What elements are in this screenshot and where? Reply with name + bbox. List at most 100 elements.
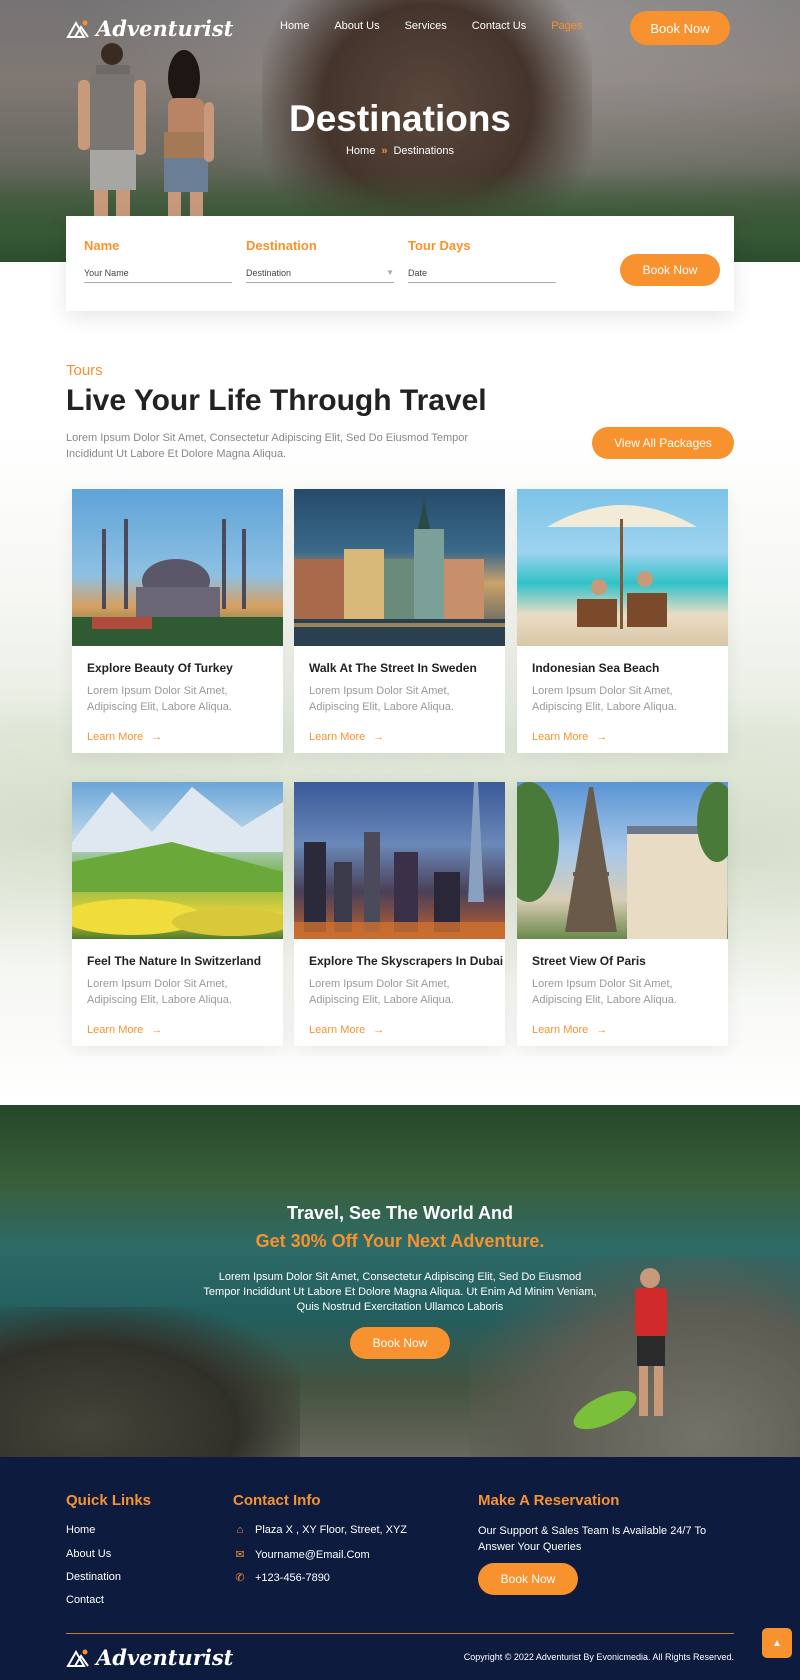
footer-link-destination[interactable]: Destination bbox=[66, 1571, 121, 1583]
learn-more-label: Learn More bbox=[309, 1024, 366, 1036]
dropdown-caret-icon: ▼ bbox=[386, 268, 394, 277]
double-chevron-icon: » bbox=[381, 145, 388, 157]
brand-logo[interactable]: Adventurist bbox=[66, 16, 233, 41]
breadcrumb-home[interactable]: Home bbox=[346, 145, 375, 157]
arrow-right-icon: → bbox=[596, 731, 608, 743]
arrow-right-icon: → bbox=[373, 731, 385, 743]
promo-headline: Travel, See The World And bbox=[286, 1203, 514, 1223]
turkey-mosque-image bbox=[72, 489, 283, 646]
footer-link-about[interactable]: About Us bbox=[66, 1548, 111, 1560]
home-icon: ⌂ bbox=[236, 1524, 244, 1536]
learn-more-link[interactable]: Learn More → bbox=[532, 1024, 607, 1036]
contact-address: ⌂ Plaza X , XY Floor, Street, XYZ bbox=[233, 1524, 407, 1536]
contact-email[interactable]: ✉ Yourname@Email.Com bbox=[233, 1548, 370, 1562]
destination-field-group: Destination Destination ▼ bbox=[246, 238, 394, 283]
phone-icon: ✆ bbox=[235, 1572, 245, 1584]
paris-eiffel-image bbox=[517, 782, 728, 939]
date-placeholder: Date bbox=[408, 267, 428, 278]
quick-links-title: Quick Links bbox=[66, 1492, 152, 1509]
brand-name: Adventurist bbox=[96, 16, 234, 41]
booking-form: Name Your Name Destination Destination ▼ … bbox=[66, 216, 734, 311]
arrow-right-icon: → bbox=[596, 1024, 608, 1036]
card-description: Lorem Ipsum Dolor Sit Amet, Adipiscing E… bbox=[87, 685, 232, 713]
date-input[interactable]: Date bbox=[408, 263, 556, 283]
nav-services[interactable]: Services bbox=[405, 20, 447, 32]
learn-more-label: Learn More bbox=[532, 1024, 589, 1036]
form-book-now-button[interactable]: Book Now bbox=[620, 254, 720, 286]
learn-more-label: Learn More bbox=[87, 731, 144, 743]
tour-card[interactable]: Explore The Skyscrapers In Dubai Lorem I… bbox=[294, 782, 505, 1046]
card-description: Lorem Ipsum Dolor Sit Amet, Adipiscing E… bbox=[87, 978, 232, 1006]
breadcrumb-current: Destinations bbox=[393, 145, 454, 157]
name-label: Name bbox=[84, 238, 120, 253]
card-description: Lorem Ipsum Dolor Sit Amet, Adipiscing E… bbox=[532, 978, 677, 1006]
arrow-right-icon: → bbox=[151, 1024, 163, 1036]
sweden-street-image bbox=[294, 489, 505, 646]
name-input[interactable]: Your Name bbox=[84, 263, 232, 283]
section-title: Live Your Life Through Travel bbox=[66, 384, 487, 417]
learn-more-link[interactable]: Learn More → bbox=[309, 731, 384, 743]
dubai-skyline-image bbox=[294, 782, 505, 939]
promo-book-now-button[interactable]: Book Now bbox=[350, 1327, 450, 1359]
destination-select[interactable]: Destination ▼ bbox=[246, 263, 394, 283]
arrow-right-icon: → bbox=[373, 1024, 385, 1036]
promo-description: Lorem Ipsum Dolor Sit Amet, Consectetur … bbox=[203, 1271, 597, 1313]
card-title: Indonesian Sea Beach bbox=[532, 661, 660, 675]
view-all-packages-button[interactable]: View All Packages bbox=[592, 427, 734, 459]
tour-card[interactable]: Street View Of Paris Lorem Ipsum Dolor S… bbox=[517, 782, 728, 1046]
nav-home[interactable]: Home bbox=[280, 20, 309, 32]
learn-more-link[interactable]: Learn More → bbox=[309, 1024, 384, 1036]
breadcrumb: Home » Destinations bbox=[0, 145, 800, 157]
tour-card[interactable]: Explore Beauty Of Turkey Lorem Ipsum Dol… bbox=[72, 489, 283, 753]
phone-text: +123-456-7890 bbox=[255, 1571, 330, 1584]
name-placeholder: Your Name bbox=[84, 267, 129, 278]
page-title: Destinations bbox=[288, 98, 512, 139]
reservation-description: Our Support & Sales Team Is Available 24… bbox=[478, 1525, 707, 1553]
scroll-to-top-button[interactable]: ▲ bbox=[762, 1628, 792, 1658]
tour-card[interactable]: Feel The Nature In Switzerland Lorem Ips… bbox=[72, 782, 283, 1046]
tour-card[interactable]: Walk At The Street In Sweden Lorem Ipsum… bbox=[294, 489, 505, 753]
section-description: Lorem Ipsum Dolor Sit Amet, Consectetur … bbox=[66, 432, 469, 460]
mail-icon: ✉ bbox=[235, 1549, 245, 1561]
learn-more-link[interactable]: Learn More → bbox=[87, 731, 162, 743]
card-description: Lorem Ipsum Dolor Sit Amet, Adipiscing E… bbox=[309, 978, 454, 1006]
chevron-up-icon: ▲ bbox=[772, 1637, 782, 1649]
card-title: Street View Of Paris bbox=[532, 954, 646, 968]
footer-link-home[interactable]: Home bbox=[66, 1524, 95, 1536]
tour-days-label: Tour Days bbox=[408, 238, 471, 253]
email-text: Yourname@Email.Com bbox=[255, 1548, 370, 1561]
footer-logo[interactable]: Adventurist bbox=[66, 1645, 233, 1670]
learn-more-link[interactable]: Learn More → bbox=[87, 1024, 162, 1036]
footer-book-now-button[interactable]: Book Now bbox=[478, 1563, 578, 1595]
card-title: Walk At The Street In Sweden bbox=[309, 661, 477, 675]
main-nav: Home About Us Services Contact Us Pages bbox=[280, 20, 607, 32]
card-description: Lorem Ipsum Dolor Sit Amet, Adipiscing E… bbox=[309, 685, 454, 713]
section-tag: Tours bbox=[66, 362, 103, 379]
nav-about[interactable]: About Us bbox=[334, 20, 379, 32]
footer-link-contact[interactable]: Contact bbox=[66, 1594, 104, 1606]
header-book-now-button[interactable]: Book Now bbox=[630, 11, 730, 45]
nav-pages[interactable]: Pages bbox=[551, 20, 582, 32]
tour-card[interactable]: Indonesian Sea Beach Lorem Ipsum Dolor S… bbox=[517, 489, 728, 753]
switzerland-nature-image bbox=[72, 782, 283, 939]
nav-contact[interactable]: Contact Us bbox=[472, 20, 526, 32]
tour-days-field-group: Tour Days Date bbox=[408, 238, 556, 283]
learn-more-label: Learn More bbox=[532, 731, 589, 743]
card-title: Feel The Nature In Switzerland bbox=[87, 954, 262, 968]
card-title: Explore The Skyscrapers In Dubai bbox=[309, 954, 504, 968]
name-field-group: Name Your Name bbox=[84, 238, 232, 283]
promo-offer: Get 30% Off Your Next Adventure. bbox=[255, 1231, 545, 1251]
footer-brand-name: Adventurist bbox=[96, 1645, 234, 1670]
mountain-logo-icon bbox=[66, 1649, 89, 1667]
card-title: Explore Beauty Of Turkey bbox=[87, 661, 233, 675]
learn-more-label: Learn More bbox=[309, 731, 366, 743]
card-description: Lorem Ipsum Dolor Sit Amet, Adipiscing E… bbox=[532, 685, 677, 713]
address-text: Plaza X , XY Floor, Street, XYZ bbox=[255, 1524, 408, 1536]
destination-label: Destination bbox=[246, 238, 317, 253]
contact-phone[interactable]: ✆ +123-456-7890 bbox=[233, 1571, 330, 1585]
footer-divider bbox=[66, 1633, 734, 1634]
learn-more-label: Learn More bbox=[87, 1024, 144, 1036]
contact-info-title: Contact Info bbox=[233, 1492, 321, 1509]
learn-more-link[interactable]: Learn More → bbox=[532, 731, 607, 743]
copyright-text: Copyright © 2022 Adventurist By Evonicme… bbox=[463, 1652, 734, 1662]
